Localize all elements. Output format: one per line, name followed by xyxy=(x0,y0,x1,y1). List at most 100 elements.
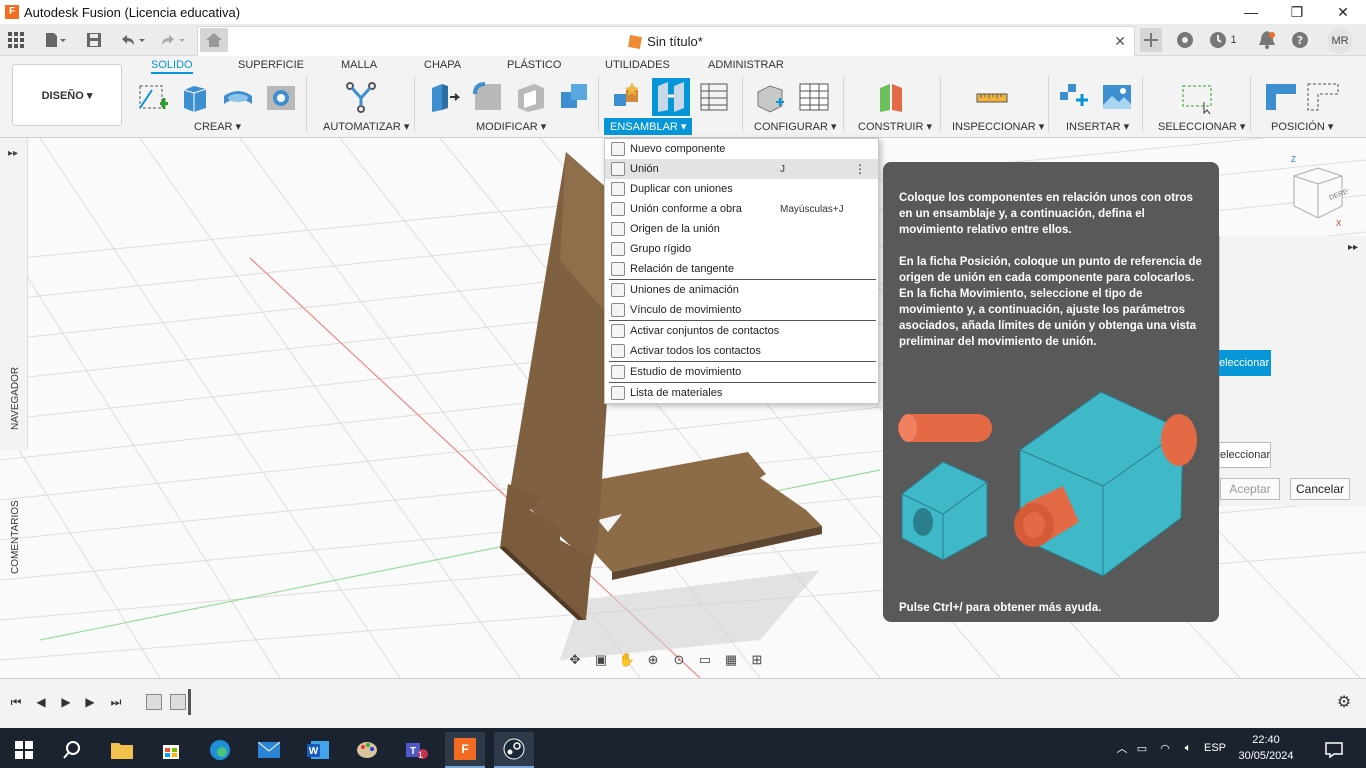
menu-item-motion-link[interactable]: Vínculo de movimiento xyxy=(605,300,878,320)
close-window-button[interactable]: ✕ xyxy=(1320,0,1366,24)
file-explorer-icon[interactable] xyxy=(102,732,142,768)
menu-item-motion-study[interactable]: Estudio de movimiento xyxy=(605,362,878,382)
teams-icon[interactable]: T 1 xyxy=(396,732,436,768)
group-construir[interactable]: CONSTRUIR ▾ xyxy=(858,120,932,133)
revert-position-icon[interactable] xyxy=(1306,80,1340,114)
fit-icon[interactable]: ⊙ xyxy=(666,652,692,668)
zoom-icon[interactable]: ⊕ xyxy=(640,652,666,668)
group-insertar[interactable]: INSERTAR ▾ xyxy=(1066,120,1129,133)
group-posicion[interactable]: POSICIÓN ▾ xyxy=(1271,120,1333,133)
undo-icon[interactable] xyxy=(118,30,148,50)
mail-icon[interactable] xyxy=(249,732,289,768)
minimize-button[interactable]: — xyxy=(1228,0,1274,24)
orbit-icon[interactable]: ✥ xyxy=(562,652,588,668)
go-to-start-icon[interactable]: ⏮ xyxy=(8,694,24,710)
menu-item-new-component[interactable]: Nuevo componente xyxy=(605,139,878,159)
help-icon[interactable]: ? xyxy=(1290,30,1310,50)
timeline-settings-gear-icon[interactable]: ⚙ xyxy=(1336,694,1352,711)
press-pull-icon[interactable] xyxy=(428,80,462,114)
group-automatizar[interactable]: AUTOMATIZAR ▾ xyxy=(323,120,409,133)
display-settings-icon[interactable]: ▭ xyxy=(692,652,718,668)
create-sketch-icon[interactable] xyxy=(136,80,170,114)
workspace-switcher[interactable]: DISEÑO ▾ xyxy=(12,64,122,126)
step-forward-icon[interactable]: ▶ xyxy=(82,694,98,710)
notification-center-icon[interactable] xyxy=(1314,732,1354,768)
menu-item-rigid-group[interactable]: Grupo rígido xyxy=(605,239,878,259)
language-indicator[interactable]: ESP xyxy=(1200,742,1230,754)
tab-solido[interactable]: SOLIDO xyxy=(151,59,193,74)
comments-label[interactable]: COMENTARIOS xyxy=(10,500,21,574)
save-icon[interactable] xyxy=(86,30,102,50)
volume-icon[interactable]: 🔈︎ xyxy=(1176,742,1200,755)
pan-icon[interactable]: ✋ xyxy=(614,652,640,668)
tab-plastico[interactable]: PLÁSTICO xyxy=(507,59,561,71)
menu-item-joint[interactable]: Unión J ⋮ xyxy=(605,159,878,179)
group-seleccionar[interactable]: SELECCIONAR ▾ xyxy=(1158,120,1245,133)
fusion-taskbar-icon[interactable]: F xyxy=(445,732,485,768)
wifi-icon[interactable]: ◠ xyxy=(1154,742,1176,755)
group-crear[interactable]: CREAR ▾ xyxy=(194,120,241,133)
hole-icon[interactable] xyxy=(264,80,298,114)
group-inspeccionar[interactable]: INSPECCIONAR ▾ xyxy=(952,120,1044,133)
select-component-1-button[interactable]: eleccionar xyxy=(1219,350,1271,376)
accept-button[interactable]: Aceptar xyxy=(1220,478,1280,500)
paint-icon[interactable] xyxy=(347,732,387,768)
maximize-button[interactable]: ❐ xyxy=(1274,0,1320,24)
group-ensamblar[interactable]: ENSAMBLAR ▾ xyxy=(604,118,693,135)
menu-item-enable-contact-sets[interactable]: Activar conjuntos de contactos xyxy=(605,321,878,341)
play-icon[interactable]: ▶ xyxy=(58,694,74,710)
extensions-icon[interactable] xyxy=(1175,30,1195,50)
select-box-icon[interactable] xyxy=(1180,80,1214,114)
show-hidden-icons-chevron-icon[interactable]: ︿ xyxy=(1114,740,1130,756)
look-at-icon[interactable]: ▣ xyxy=(588,652,614,668)
user-avatar[interactable]: MR xyxy=(1327,28,1353,54)
file-menu-icon[interactable] xyxy=(40,30,70,50)
construct-plane-icon[interactable] xyxy=(874,80,908,114)
tab-superficie[interactable]: SUPERFICIE xyxy=(238,59,304,71)
configure-icon[interactable] xyxy=(754,80,788,114)
data-panel-grid-icon[interactable] xyxy=(6,30,26,50)
insert-derive-icon[interactable] xyxy=(1058,80,1092,114)
dialog-expand-button[interactable]: ▸▸ xyxy=(1348,242,1358,253)
select-component-2-button[interactable]: eleccionar xyxy=(1219,442,1271,468)
search-icon[interactable] xyxy=(52,732,92,768)
fillet-icon[interactable] xyxy=(471,80,505,114)
group-configurar[interactable]: CONFIGURAR ▾ xyxy=(754,120,837,133)
bill-of-materials-icon[interactable] xyxy=(697,80,731,114)
menu-item-bill-of-materials[interactable]: Lista de materiales xyxy=(605,383,878,403)
expand-panel-button[interactable]: ▸▸ xyxy=(8,148,18,159)
menu-item-enable-all-contact[interactable]: Activar todos los contactos xyxy=(605,341,878,361)
viewcube[interactable]: DERECHA Z X xyxy=(1288,156,1348,226)
windows-start-icon[interactable] xyxy=(4,732,44,768)
menu-item-as-built-joint[interactable]: Unión conforme a obra Mayúsculas+J xyxy=(605,199,878,219)
configuration-table-icon[interactable] xyxy=(797,80,831,114)
cancel-button[interactable]: Cancelar xyxy=(1290,478,1350,500)
extrude-icon[interactable] xyxy=(178,80,212,114)
timeline-feature-2[interactable] xyxy=(170,694,186,710)
new-component-icon[interactable] xyxy=(610,80,644,114)
document-tab[interactable]: Sin título* ✕ xyxy=(197,26,1135,56)
menu-item-joint-origin[interactable]: Origen de la unión xyxy=(605,219,878,239)
job-status-icon[interactable]: 1 xyxy=(1207,30,1239,50)
steam-icon[interactable] xyxy=(494,732,534,768)
tab-utilidades[interactable]: UTILIDADES xyxy=(605,59,670,71)
menu-item-drive-joints[interactable]: Uniones de animación xyxy=(605,280,878,300)
clock[interactable]: 22:40 30/05/2024 xyxy=(1236,732,1296,764)
new-tab-plus-icon[interactable] xyxy=(1140,28,1162,52)
navigator-label[interactable]: NAVEGADOR xyxy=(10,367,21,430)
grid-settings-icon[interactable]: ▦ xyxy=(718,652,744,668)
word-icon[interactable]: W xyxy=(298,732,338,768)
insert-canvas-icon[interactable] xyxy=(1100,80,1134,114)
more-options-icon[interactable]: ⋮ xyxy=(854,162,866,176)
battery-icon[interactable]: ▭ xyxy=(1130,742,1154,755)
timeline-marker[interactable] xyxy=(188,689,191,715)
combine-icon[interactable] xyxy=(557,80,591,114)
timeline-feature-1[interactable] xyxy=(146,694,162,710)
menu-item-duplicate-with-joints[interactable]: Duplicar con uniones xyxy=(605,179,878,199)
home-icon[interactable] xyxy=(200,28,228,52)
store-icon[interactable] xyxy=(151,732,191,768)
close-tab-button[interactable]: ✕ xyxy=(1114,33,1126,50)
edge-browser-icon[interactable] xyxy=(200,732,240,768)
joint-button-active[interactable] xyxy=(652,78,690,116)
step-back-icon[interactable]: ◀ xyxy=(33,694,49,710)
